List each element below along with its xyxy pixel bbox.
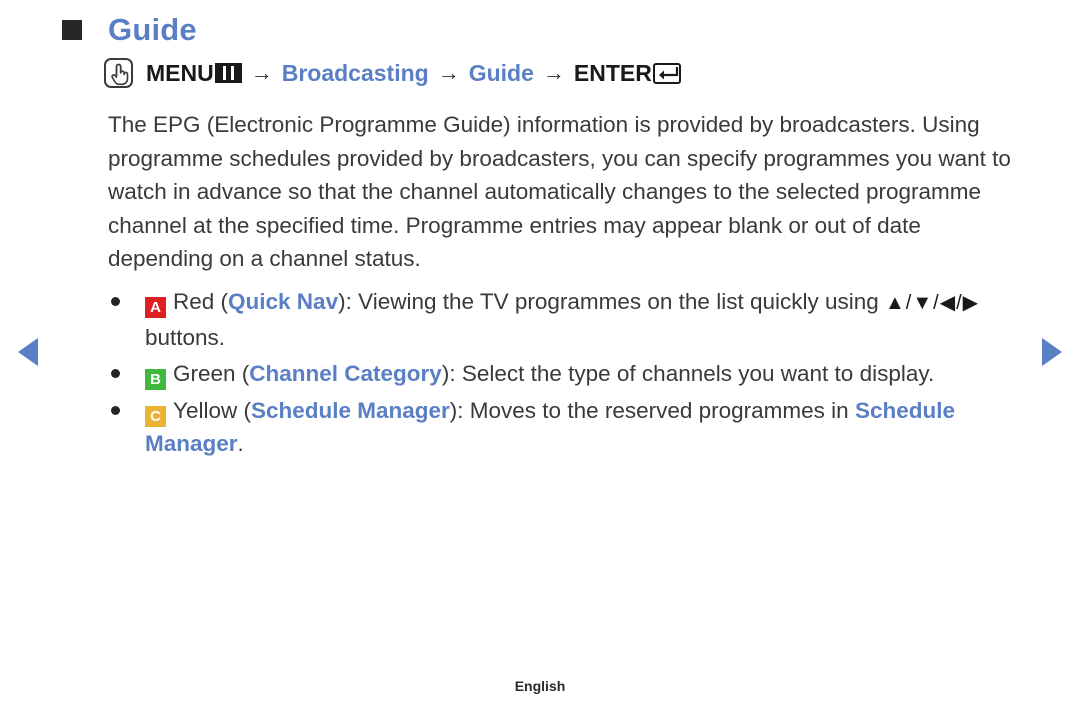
path-item-guide[interactable]: Guide: [469, 60, 534, 87]
list-item: B Green (Channel Category): Select the ty…: [108, 357, 1038, 391]
bullet-2-highlight[interactable]: Schedule Manager: [251, 398, 450, 423]
bullet-0-text-after: ): Viewing the TV programmes on the list…: [338, 289, 886, 314]
path-separator-3: →: [542, 60, 565, 85]
badge-b-icon: B: [145, 369, 166, 390]
bullet-dot-icon: [111, 297, 120, 306]
path-item-broadcasting[interactable]: Broadcasting: [282, 60, 429, 87]
direction-buttons-icon: ▲/▼/◀/▶: [885, 292, 980, 314]
bullet-dot-icon: [111, 369, 120, 378]
list-item-text: B Green (Channel Category): Select the ty…: [145, 357, 1038, 391]
menu-grid-icon: [214, 63, 242, 83]
triangle-left-icon[interactable]: [18, 338, 38, 366]
color-button-list: A Red (Quick Nav): Viewing the TV program…: [108, 285, 1038, 464]
bullet-0-text-before: Red (: [173, 289, 229, 314]
badge-c-icon: C: [145, 405, 166, 427]
bullet-2-text-after: ): Moves to the reserved programmes in: [449, 397, 855, 423]
bullet-1-text-after: ): Select the type of channels you want …: [441, 361, 935, 386]
list-item: C Yellow (Schedule Manager): Moves to the…: [108, 394, 1038, 461]
list-item: A Red (Quick Nav): Viewing the TV program…: [108, 285, 1038, 354]
triangle-right-icon[interactable]: [1042, 338, 1062, 366]
description-paragraph: The EPG (Electronic Programme Guide) inf…: [108, 112, 1011, 271]
square-bullet-icon: [62, 19, 82, 40]
page-title-row: Guide: [62, 14, 197, 45]
bullet-dot-icon: [111, 405, 120, 415]
manual-page: Guide MENU → Broadcasting → Guide → ENTE…: [0, 0, 1080, 705]
hand-touch-icon: [104, 58, 133, 88]
path-separator-1: →: [250, 60, 273, 85]
bullet-2-text-before: Yellow (: [173, 397, 251, 423]
menu-label: MENU: [146, 59, 214, 86]
badge-a-icon: A: [145, 297, 166, 318]
page-title: Guide: [108, 12, 197, 47]
enter-key-icon: [652, 62, 681, 84]
bullet-0-text-tail: buttons.: [145, 324, 226, 350]
path-separator-2: →: [437, 60, 460, 85]
bullet-2-text-tail: .: [237, 431, 244, 456]
menu-path: MENU → Broadcasting → Guide → ENTER: [104, 58, 681, 88]
bullet-1-highlight[interactable]: Channel Category: [249, 361, 442, 386]
bullet-0-highlight[interactable]: Quick Nav: [228, 289, 338, 314]
enter-label: ENTER: [573, 59, 652, 86]
list-item-text: A Red (Quick Nav): Viewing the TV program…: [145, 285, 1038, 354]
footer-language: English: [514, 678, 566, 694]
list-item-text: C Yellow (Schedule Manager): Moves to the…: [145, 394, 1038, 461]
description-block: The EPG (Electronic Programme Guide) inf…: [108, 108, 1028, 276]
bullet-1-text-before: Green (: [173, 361, 250, 386]
